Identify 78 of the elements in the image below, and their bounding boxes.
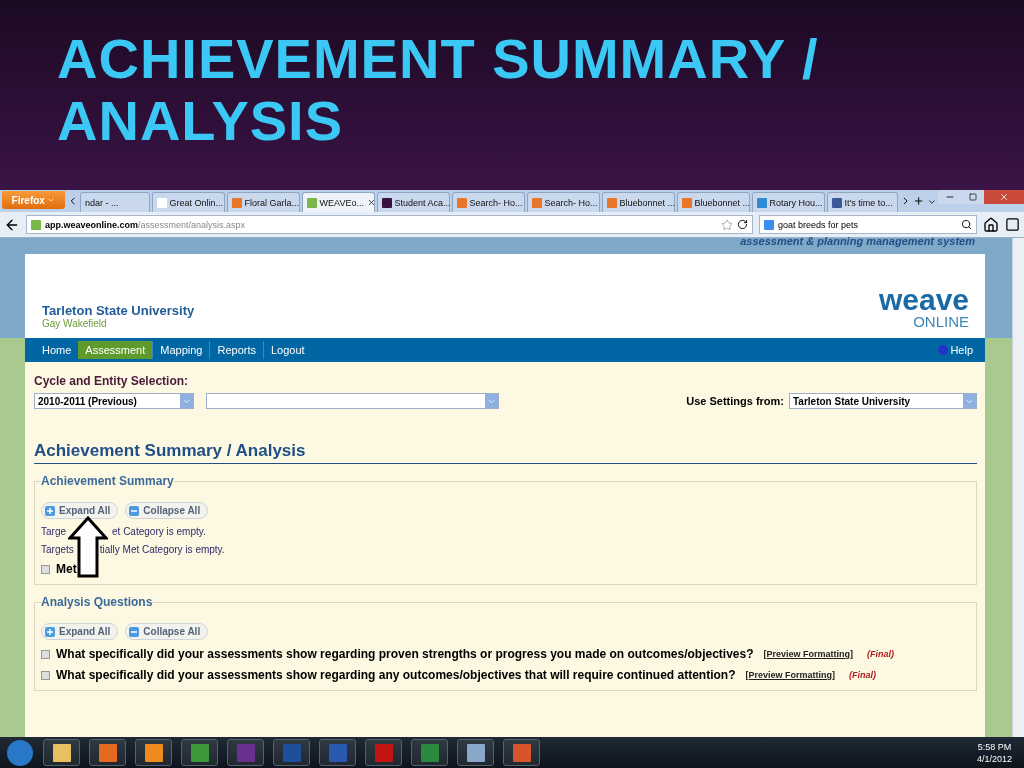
search-field[interactable]: goat breeds for pets [759, 215, 977, 234]
cycle-label: Cycle and Entity Selection: [34, 374, 190, 388]
caret-icon [46, 196, 55, 204]
plus-icon [45, 505, 55, 516]
start-button-icon[interactable] [6, 738, 34, 767]
browser-tab[interactable]: Search- Ho... [526, 192, 600, 212]
address-field[interactable]: app.weaveonline.com/assessment/analysis.aspx [26, 215, 753, 234]
browser-tab[interactable]: Great Onlin... [151, 192, 225, 212]
favicon-icon [381, 197, 392, 208]
question-text: What specifically did your assessments show regarding proven strengths or progress you made on outcomes/objectives? [56, 647, 754, 661]
status-text: tially Met Category is empty. [99, 544, 225, 555]
favicon-icon [606, 197, 617, 208]
expand-toggle-icon[interactable] [41, 649, 50, 659]
status-text: et Category is empty. [112, 526, 206, 537]
close-window-icon[interactable] [984, 190, 1024, 204]
close-icon[interactable] [366, 198, 376, 207]
cycle-select[interactable]: 2010-2011 (Previous) [34, 393, 194, 409]
expand-all-button[interactable]: Expand All [41, 502, 119, 519]
final-status: (Final) [867, 649, 895, 659]
page-heading: Achievement Summary / Analysis [34, 441, 977, 464]
favicon-icon [156, 197, 167, 208]
institution-name: Tarleton State University [42, 303, 195, 318]
reload-icon[interactable] [737, 219, 748, 230]
help-icon [938, 345, 949, 355]
bookmark-star-icon[interactable] [721, 218, 733, 231]
url-text: app.weaveonline.com/assessment/analysis.aspx [45, 219, 246, 230]
home-icon[interactable] [983, 216, 999, 233]
status-text: Targets [41, 544, 74, 555]
preview-formatting-link[interactable]: [Preview Formatting] [745, 670, 835, 680]
minus-icon [129, 626, 140, 637]
nav-tab[interactable]: Mapping [152, 341, 210, 359]
user-name: Gay Wakefield [42, 318, 108, 329]
preview-formatting-link[interactable]: [Preview Formatting] [763, 649, 854, 659]
tagline: assessment & planning management system [740, 235, 975, 247]
browser-tab[interactable]: Rotary Hou... [751, 192, 825, 212]
expand-toggle-icon[interactable] [41, 564, 50, 574]
favicon-icon [831, 197, 842, 208]
category-title: Met [56, 562, 77, 576]
question-text: What specifically did your assessments show regarding any outcomes/objectives that will require continued attention? [56, 668, 736, 682]
slide-title: ACHIEVEMENT SUMMARY / ANALYSIS [57, 28, 820, 152]
new-tab-icon[interactable] [913, 195, 925, 207]
browser-tab[interactable]: WEAVEo... [301, 192, 375, 212]
expand-all-button[interactable]: Expand All [41, 623, 119, 640]
favicon-icon [531, 197, 542, 208]
favicon-icon [306, 197, 317, 208]
browser-tab[interactable]: Floral Garla... [226, 192, 300, 212]
browser-tab[interactable]: Bluebonnet ... [676, 192, 750, 212]
favicon-icon [756, 197, 767, 208]
final-status: (Final) [849, 670, 876, 680]
plus-icon [45, 626, 55, 637]
collapse-all-button[interactable]: Collapse All [125, 502, 209, 519]
browser-tab[interactable]: ndar - ... [79, 192, 150, 212]
minimize-icon[interactable] [938, 190, 962, 204]
settings-label: Use Settings from: [686, 395, 784, 407]
favicon-icon [681, 197, 692, 208]
settings-select[interactable]: Tarleton State University [789, 393, 977, 409]
favicon-icon [456, 197, 467, 208]
help-link[interactable]: Help [938, 344, 973, 356]
browser-tab[interactable]: Search- Ho... [451, 192, 525, 212]
weave-logo: weave ONLINE [878, 286, 969, 329]
maximize-icon[interactable] [962, 190, 984, 204]
favicon-icon [231, 197, 242, 208]
status-text: Targe [41, 526, 66, 537]
browser-tab[interactable]: Student Aca... [376, 192, 450, 212]
nav-tab[interactable]: Reports [209, 341, 263, 359]
section-title: Achievement Summary [41, 474, 174, 488]
clock: 5:58 PM 4/1/2012 [976, 740, 1013, 765]
collapse-all-button[interactable]: Collapse All [125, 623, 209, 640]
browser-tab[interactable]: It's time to... [826, 192, 898, 212]
scrollbar[interactable] [1012, 238, 1024, 737]
entity-select[interactable] [206, 393, 499, 409]
expand-toggle-icon[interactable] [41, 670, 50, 680]
section-title: Analysis Questions [41, 595, 153, 609]
browser-tab[interactable]: Bluebonnet ... [601, 192, 675, 212]
minus-icon [129, 505, 140, 516]
nav-tab[interactable]: Logout [263, 341, 312, 359]
nav-tab[interactable]: Home [35, 341, 79, 359]
search-icon[interactable] [961, 219, 972, 230]
